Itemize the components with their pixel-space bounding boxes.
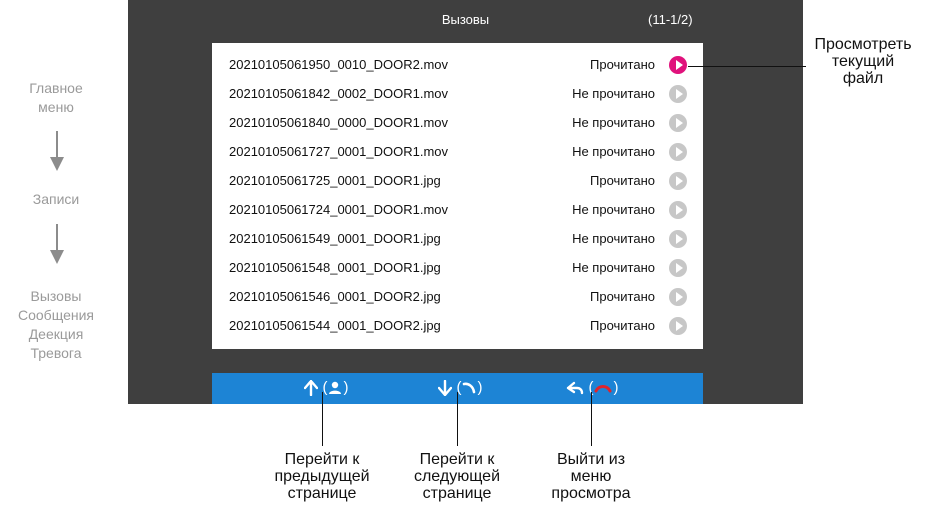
callout-line-view-file xyxy=(688,66,806,67)
callout-next-page: Перейти к следующей странице xyxy=(387,451,527,502)
play-icon[interactable] xyxy=(669,317,687,335)
flow-step-main-menu-line1: Главное xyxy=(29,80,83,96)
play-icon[interactable] xyxy=(669,56,687,74)
callout-next-page-line1: Перейти к xyxy=(419,451,495,468)
callout-prev-page: Перейти к предыдущей странице xyxy=(252,451,392,502)
play-icon[interactable] xyxy=(669,259,687,277)
flow-step-main-menu-line2: меню xyxy=(38,99,74,115)
file-row[interactable]: 20210105061725_0001_DOOR1.jpg Прочитано xyxy=(212,167,703,196)
read-status: Не прочитано xyxy=(572,86,655,101)
call-icon xyxy=(463,382,476,394)
read-status: Прочитано xyxy=(590,318,655,333)
hang-up-icon xyxy=(594,384,612,393)
callout-view-file-line3: файл xyxy=(842,70,884,87)
callout-line-next-page xyxy=(457,392,458,446)
paren-close: ) xyxy=(477,379,483,396)
callout-prev-page-line3: странице xyxy=(287,485,357,502)
flow-step-records-label: Записи xyxy=(32,191,80,207)
file-row[interactable]: 20210105061544_0001_DOOR2.jpg Прочитано xyxy=(212,312,703,341)
paren-close: ) xyxy=(343,379,349,396)
callout-exit-view-line1: Выйти из xyxy=(556,451,626,468)
read-status: Не прочитано xyxy=(572,202,655,217)
file-name: 20210105061548_0001_DOOR1.jpg xyxy=(229,260,441,275)
file-name: 20210105061840_0000_DOOR1.mov xyxy=(229,115,449,130)
callout-exit-view: Выйти из меню просмотра xyxy=(521,451,661,502)
file-row[interactable]: 20210105061549_0001_DOOR1.jpg Не прочита… xyxy=(212,225,703,254)
file-row[interactable]: 20210105061724_0001_DOOR1.mov Не прочита… xyxy=(212,196,703,225)
file-row[interactable]: 20210105061546_0001_DOOR2.jpg Прочитано xyxy=(212,283,703,312)
flow-arrow-down-icon xyxy=(50,131,64,173)
file-row[interactable]: 20210105061727_0001_DOOR1.mov Не прочита… xyxy=(212,138,703,167)
callout-exit-view-line2: меню xyxy=(570,468,612,485)
file-row[interactable]: 20210105061842_0002_DOOR1.mov Не прочита… xyxy=(212,80,703,109)
callout-prev-page-line1: Перейти к xyxy=(284,451,360,468)
file-name: 20210105061842_0002_DOOR1.mov xyxy=(229,86,449,101)
file-name: 20210105061546_0001_DOOR2.jpg xyxy=(229,289,441,304)
file-name: 20210105061727_0001_DOOR1.mov xyxy=(229,144,449,159)
callout-view-file: Просмотреть текущий файл xyxy=(798,36,928,87)
flow-step-main-menu: Главное меню xyxy=(0,79,112,117)
callout-view-file-line1: Просмотреть xyxy=(814,36,912,53)
flow-step-records: Записи xyxy=(0,190,112,209)
play-icon[interactable] xyxy=(669,143,687,161)
read-status: Прочитано xyxy=(590,289,655,304)
person-icon xyxy=(329,381,342,394)
callout-line-prev-page xyxy=(322,392,323,446)
device-screen: Вызовы (11-1/2) 20210105061950_0010_DOOR… xyxy=(128,0,803,404)
next-page-button[interactable]: ( ) xyxy=(437,377,483,399)
callout-prev-page-line2: предыдущей xyxy=(274,468,370,485)
file-name: 20210105061950_0010_DOOR2.mov xyxy=(229,57,449,72)
callout-exit-view-line3: просмотра xyxy=(551,485,631,502)
exit-view-button[interactable]: ( ) xyxy=(566,377,618,399)
flow-category-calls: Вызовы xyxy=(30,288,82,304)
flow-step-categories: Вызовы Сообщения Деекция Тревога xyxy=(0,287,112,363)
read-status: Не прочитано xyxy=(572,231,655,246)
read-status: Прочитано xyxy=(590,57,655,72)
file-row[interactable]: 20210105061840_0000_DOOR1.mov Не прочита… xyxy=(212,109,703,138)
read-status: Не прочитано xyxy=(572,115,655,130)
read-status: Прочитано xyxy=(590,173,655,188)
play-icon[interactable] xyxy=(669,114,687,132)
file-name: 20210105061544_0001_DOOR2.jpg xyxy=(229,318,441,333)
flow-category-alarm: Тревога xyxy=(30,345,82,361)
file-name: 20210105061549_0001_DOOR1.jpg xyxy=(229,231,441,246)
read-status: Не прочитано xyxy=(572,260,655,275)
play-icon[interactable] xyxy=(669,230,687,248)
arrow-down-icon xyxy=(437,379,453,396)
file-row[interactable]: 20210105061548_0001_DOOR1.jpg Не прочита… xyxy=(212,254,703,283)
read-status: Не прочитано xyxy=(572,144,655,159)
callout-next-page-line3: странице xyxy=(422,485,492,502)
file-row[interactable]: 20210105061950_0010_DOOR2.mov Прочитано xyxy=(212,51,703,80)
page-indicator: (11-1/2) xyxy=(648,12,693,27)
file-name: 20210105061724_0001_DOOR1.mov xyxy=(229,202,449,217)
play-icon[interactable] xyxy=(669,201,687,219)
callout-view-file-line2: текущий xyxy=(831,53,895,70)
flow-arrow-down-icon xyxy=(50,224,64,266)
paren-close: ) xyxy=(613,379,619,396)
callout-line-exit-view xyxy=(591,392,592,446)
arrow-up-icon xyxy=(303,379,319,396)
file-list: 20210105061950_0010_DOOR2.mov Прочитано … xyxy=(212,43,703,349)
play-icon[interactable] xyxy=(669,85,687,103)
back-arrow-icon xyxy=(566,381,584,394)
file-name: 20210105061725_0001_DOOR1.jpg xyxy=(229,173,441,188)
flow-category-detection: Деекция xyxy=(28,326,84,342)
flow-category-messages: Сообщения xyxy=(18,307,94,323)
play-icon[interactable] xyxy=(669,172,687,190)
prev-page-button[interactable]: ( ) xyxy=(303,377,349,399)
screen-title: Вызовы xyxy=(441,12,490,27)
callout-next-page-line2: следующей xyxy=(413,468,501,485)
play-icon[interactable] xyxy=(669,288,687,306)
